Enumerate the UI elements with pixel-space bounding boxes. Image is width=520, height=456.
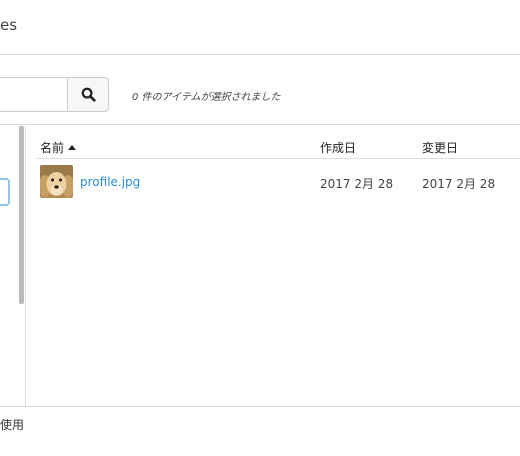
- column-header-created[interactable]: 作成日: [320, 139, 356, 156]
- created-date: 2017 2月 28: [320, 177, 394, 191]
- footer-divider: [0, 406, 520, 407]
- search-button[interactable]: [67, 77, 109, 112]
- storage-usage-label: 使用: [0, 418, 25, 432]
- page-title: es: [0, 16, 18, 34]
- file-browser: es 0 件のアイテムが選択されました 名前 作成日 変更日 profile.j…: [0, 0, 520, 456]
- selected-folder-item[interactable]: [0, 178, 10, 206]
- file-name-link[interactable]: profile.jpg: [80, 175, 140, 189]
- search-icon: [81, 87, 96, 102]
- column-header-name-label: 名前: [40, 141, 65, 155]
- table-header-divider: [36, 158, 520, 159]
- sort-ascending-icon: [68, 145, 77, 150]
- folder-pane-scrollbar[interactable]: [19, 126, 24, 304]
- search-input[interactable]: [0, 77, 67, 112]
- modified-date: 2017 2月 28: [422, 177, 496, 191]
- dog-photo-image: [40, 165, 73, 198]
- column-header-modified[interactable]: 変更日: [422, 139, 458, 156]
- toolbar-divider: [0, 124, 520, 125]
- header-divider-top: [0, 54, 520, 55]
- selection-status: 0 件のアイテムが選択されました: [132, 92, 281, 103]
- folder-pane: [0, 126, 26, 406]
- column-header-name[interactable]: 名前: [40, 139, 77, 156]
- file-thumbnail: [40, 165, 73, 198]
